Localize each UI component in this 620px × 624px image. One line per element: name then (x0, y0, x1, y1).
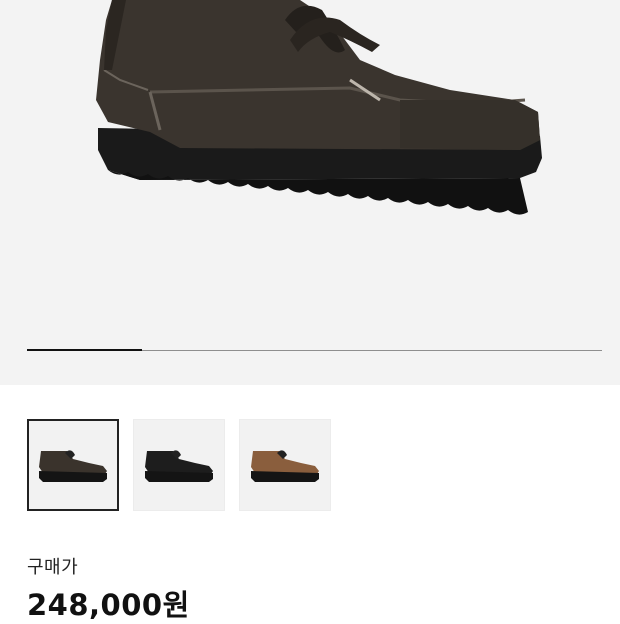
thumb-dark-brown-suede[interactable] (27, 419, 119, 511)
thumbnail-shoe-image (251, 450, 319, 482)
gallery-progress-fill (27, 349, 142, 351)
thumbnail-shoe-image (145, 450, 213, 482)
price-label: 구매가 (27, 557, 79, 578)
thumbnail-shoe-image (39, 450, 107, 482)
thumb-tan-suede[interactable] (239, 419, 331, 511)
shoe-main-image (96, 0, 542, 215)
price-value: 248,000원 (27, 588, 190, 622)
gallery-progress-track[interactable] (27, 349, 602, 351)
product-image-gallery[interactable] (0, 0, 620, 385)
thumb-black-leather[interactable] (133, 419, 225, 511)
thumbnail-list (27, 419, 331, 511)
